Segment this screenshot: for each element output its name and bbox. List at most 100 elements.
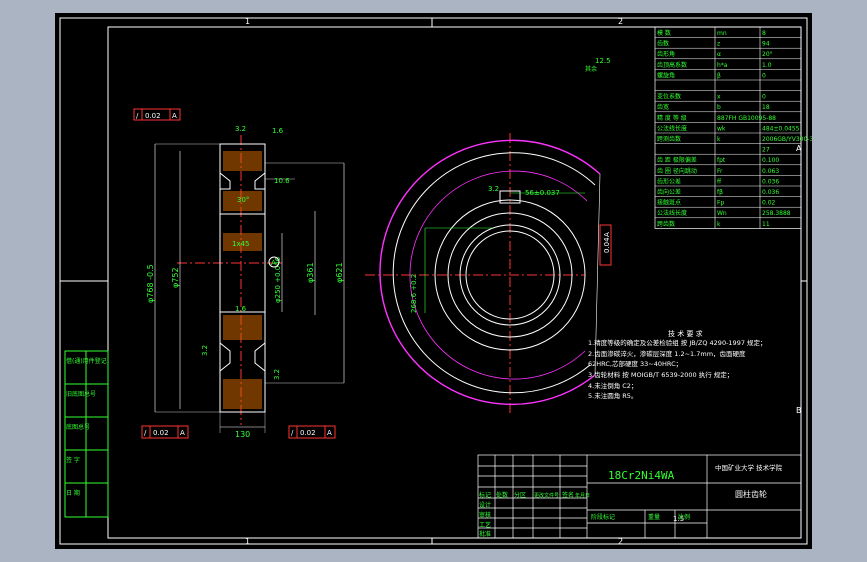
tb-label: 分区: [514, 491, 526, 499]
param-cell: 0: [762, 94, 766, 101]
param-cell: 2006GB/YV300-3: [762, 136, 812, 143]
svg-text:/: /: [136, 112, 139, 120]
tb-label: 年月日: [575, 492, 590, 499]
hatch-area: [223, 315, 262, 340]
param-cell: 27: [762, 147, 770, 154]
param-cell: 齿 距 极限偏差: [657, 156, 697, 164]
svg-text:62HRC,芯部硬度 33~40HRC；: 62HRC,芯部硬度 33~40HRC；: [588, 359, 682, 368]
param-cell: x: [717, 94, 721, 101]
param-cell: α: [717, 51, 721, 58]
dim-tip-dia: φ752: [171, 267, 180, 288]
dim-keyway-depth: 268.6 +0.2: [410, 274, 418, 313]
tb-label: 工艺: [479, 521, 491, 529]
svg-text:2.齿面渗碳淬火，渗碳层深度 1.2~1.7mm，齿面硬度: 2.齿面渗碳淬火，渗碳层深度 1.2~1.7mm，齿面硬度: [588, 349, 746, 358]
dim-hub-dia: φ361: [306, 262, 315, 283]
param-cell: 94: [762, 41, 770, 48]
rough-symbol: 3.2: [488, 185, 499, 193]
dim-web-thk: 10.6: [274, 177, 290, 185]
hatch-area: [223, 379, 262, 409]
svg-text:3.齿轮材料 按 MOIGB/T 6539-2000 执行: 3.齿轮材料 按 MOIGB/T 6539-2000 执行 规定；: [588, 370, 733, 379]
param-cell: 齿形公差: [657, 177, 681, 185]
svg-text:A: A: [327, 429, 332, 437]
param-cell: 接触斑点: [657, 199, 681, 207]
param-cell: Fr: [717, 168, 723, 175]
svg-text:0.04: 0.04: [603, 237, 611, 253]
dim-width: 130: [235, 430, 250, 439]
tb-label: 标记: [479, 491, 491, 499]
tb-label: 更改文件号: [534, 492, 559, 499]
hatch-area: [223, 151, 262, 171]
svg-text:A: A: [172, 112, 177, 120]
param-cell: 258.3888: [762, 210, 791, 217]
tb-label: 设计: [479, 501, 491, 509]
param-cell: k: [717, 221, 721, 228]
part-name: 圆柱齿轮: [735, 489, 767, 499]
rough-general-label: 其余: [585, 65, 597, 73]
svg-text:1.精度等级的确定及公差检验组 按 JB/ZQ 4290-1: 1.精度等级的确定及公差检验组 按 JB/ZQ 4290-1997 规定；: [588, 338, 767, 347]
param-cell: wk: [717, 125, 726, 132]
param-cell: 齿向公差: [657, 188, 681, 196]
param-cell: 0.063: [762, 168, 779, 175]
dim-web-dia: φ621: [335, 262, 344, 283]
svg-text:0.02: 0.02: [300, 429, 316, 437]
param-cell: 20°: [762, 51, 773, 58]
param-cell: 齿形角: [657, 50, 675, 58]
param-cell: 变位系数: [657, 93, 681, 101]
tb-label: 处数: [496, 491, 508, 499]
tb-label: 签名: [562, 491, 574, 499]
param-cell: 0: [762, 72, 766, 79]
tb-label: 批准: [479, 530, 491, 538]
zone-label: 1: [245, 537, 250, 546]
svg-text:5.未注圆角 R5。: 5.未注圆角 R5。: [588, 391, 637, 400]
rough-symbol: 1.6: [235, 305, 247, 313]
rough-symbol: 1.6: [272, 127, 284, 135]
drawing-canvas: 1 2 1 2 A B 借(通)用件登记 旧底图总号 底图总号 签 字 日 期: [59, 17, 813, 546]
svg-text:A: A: [180, 429, 185, 437]
param-cell: 0.036: [762, 189, 779, 196]
left-strip-label: 签 字: [66, 456, 80, 464]
param-cell: 8: [762, 30, 766, 37]
svg-text:4.未注倒角 C2；: 4.未注倒角 C2；: [588, 381, 637, 390]
svg-text:0.02: 0.02: [153, 429, 169, 437]
left-strip-label: 借(通)用件登记: [66, 357, 107, 365]
param-cell: 887FH GB10095-88: [717, 115, 776, 122]
inner-frame: [107, 26, 802, 539]
svg-text:技 术 要 求: 技 术 要 求: [668, 329, 703, 338]
svg-text:A: A: [603, 232, 611, 237]
datum-label: A: [271, 259, 276, 267]
param-cell: 螺旋角: [657, 71, 675, 79]
tb-label: 阶段标记: [591, 513, 615, 521]
school-name: 中国矿业大学 技术学院: [715, 463, 783, 472]
dim-angle: 30°: [237, 196, 249, 204]
rough-symbol: 3.2: [273, 369, 281, 380]
param-cell: 齿 圈 径向跳动: [657, 167, 697, 175]
zone-label: 1: [245, 17, 250, 26]
rough-general: 12.5: [595, 57, 611, 65]
param-cell: 0.100: [762, 157, 779, 164]
param-cell: ff: [717, 178, 722, 185]
param-cell: 公法线长度: [657, 124, 687, 132]
dim-chamfer: 1x45: [232, 240, 250, 248]
param-cell: Wn: [717, 210, 727, 217]
technical-notes: 技 术 要 求 1.精度等级的确定及公差检验组 按 JB/ZQ 4290-199…: [588, 329, 767, 400]
param-cell: 精 度 等 级: [657, 114, 687, 122]
param-cell: Fp: [717, 200, 724, 207]
left-strip-label: 底图总号: [66, 423, 90, 431]
param-cell: 0.036: [762, 178, 779, 185]
section-view: [154, 135, 345, 433]
tb-label: 重量: [648, 513, 660, 521]
param-cell: 0.02: [762, 200, 776, 207]
param-cell: 齿宽: [657, 103, 669, 111]
rough-symbol: 3.2: [201, 345, 209, 356]
tb-label: 审核: [479, 511, 491, 519]
svg-text:0.02: 0.02: [145, 112, 161, 120]
front-view: [365, 133, 601, 413]
param-cell: 公法线长度: [657, 209, 687, 217]
left-strip-label: 日 期: [66, 489, 80, 497]
param-cell: 齿顶高系数: [657, 61, 687, 69]
param-cell: 跨齿数: [657, 220, 675, 228]
svg-text:/: /: [144, 429, 147, 437]
left-strip-label: 旧底图总号: [66, 390, 96, 398]
param-cell: fβ: [717, 189, 723, 196]
parameter-table: 模 数 mn 8 齿数 z 94 齿形角 α 20° 齿顶高系数 h*a 1.0 螺旋角 β 0 变位系数 x 0…: [654, 26, 813, 229]
